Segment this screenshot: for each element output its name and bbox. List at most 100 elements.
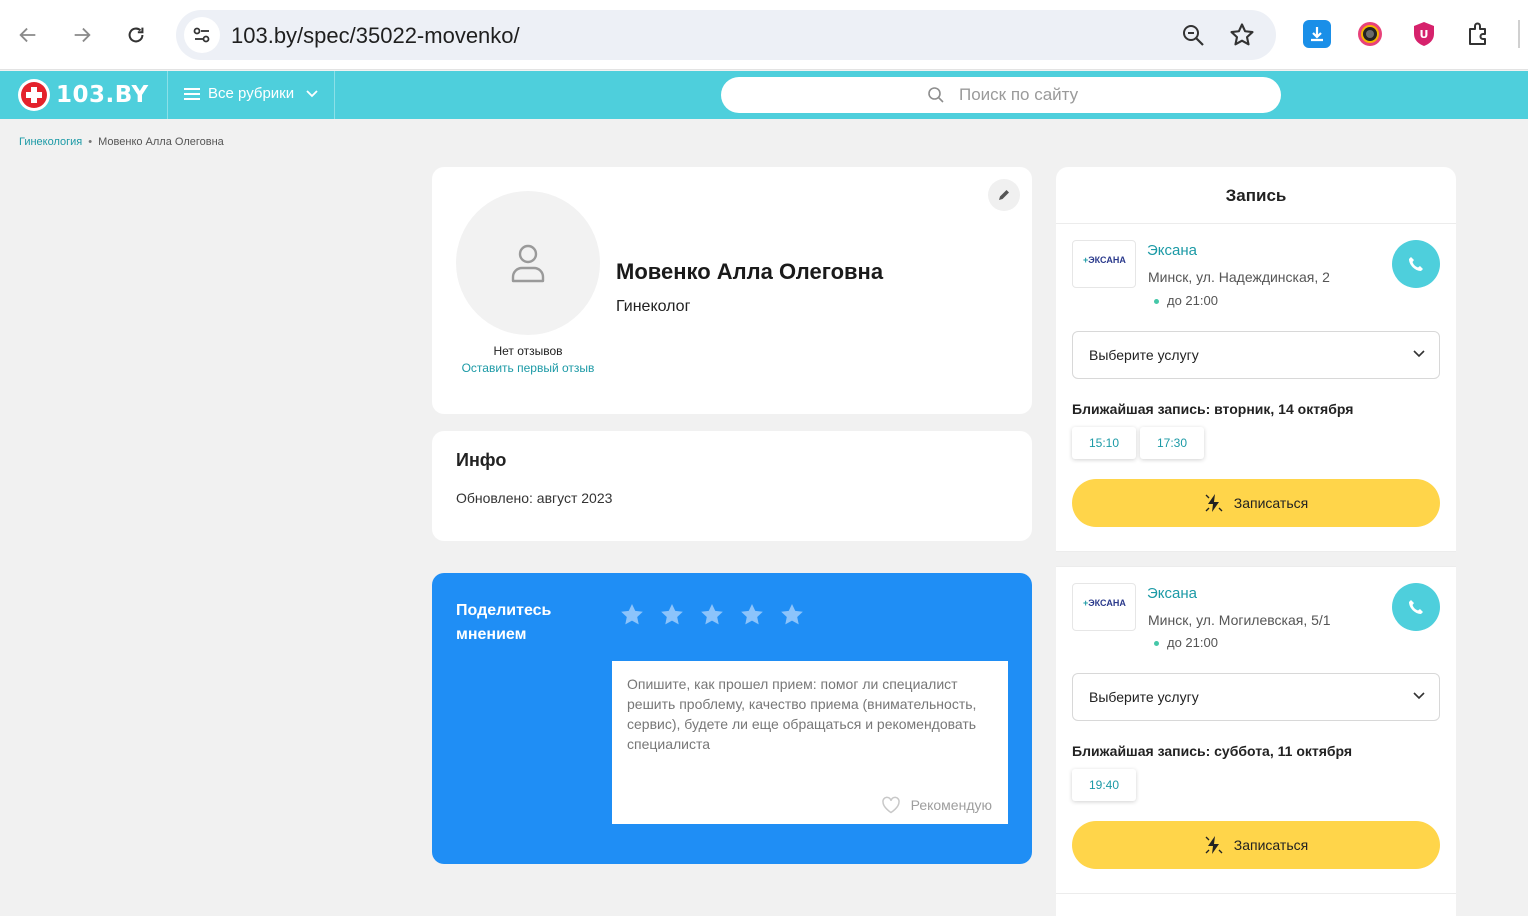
address-bar[interactable]: 103.by/spec/35022-movenko/: [176, 10, 1276, 60]
chevron-down-icon: [306, 89, 318, 97]
header-divider: [167, 71, 168, 119]
lightning-icon: [1205, 494, 1223, 512]
book-button-label: Записаться: [1233, 495, 1309, 511]
forward-button[interactable]: [64, 17, 100, 53]
breadcrumb: Гинекология • Мовенко Алла Олеговна: [19, 136, 224, 148]
edit-button[interactable]: [988, 179, 1020, 211]
download-extension-icon[interactable]: [1303, 20, 1331, 48]
time-slot[interactable]: 17:30: [1140, 427, 1204, 459]
shield-extension-icon[interactable]: U: [1410, 20, 1438, 48]
site-settings-icon[interactable]: [184, 17, 220, 53]
clinic-logo: +ЭКСАНА: [1072, 240, 1136, 288]
color-extension-icon[interactable]: [1356, 20, 1384, 48]
svg-text:U: U: [1420, 28, 1429, 41]
no-reviews-text: Нет отзывов: [493, 344, 563, 358]
info-title: Инфо: [456, 450, 507, 470]
rating-stars: [619, 602, 819, 628]
extensions-puzzle-icon[interactable]: [1465, 20, 1493, 48]
star-icon[interactable]: [619, 602, 645, 628]
star-icon[interactable]: [699, 602, 725, 628]
section-gap: [1056, 552, 1456, 566]
phone-icon: [1409, 600, 1423, 614]
chevron-down-icon: [1413, 692, 1425, 700]
book-button[interactable]: Записаться: [1072, 821, 1440, 869]
nearest-appointment: Ближайшая запись: суббота, 11 октября: [1072, 743, 1353, 759]
search-input[interactable]: [959, 84, 1259, 106]
clinic-address: Минск, ул. Могилевская, 5/1: [1148, 612, 1331, 628]
star-icon[interactable]: [659, 602, 685, 628]
doctor-specialty: Гинеколог: [616, 298, 691, 315]
site-logo[interactable]: 103.BY: [18, 79, 149, 111]
updated-date: Обновлено: август 2023: [456, 490, 613, 506]
back-arrow-icon: [19, 27, 36, 43]
toolbar-divider: [1518, 20, 1520, 48]
clinic-logo: +ЭКСАНА: [1072, 583, 1136, 631]
leave-first-review-link[interactable]: Оставить первый отзыв: [456, 360, 600, 376]
bookmark-star-icon[interactable]: [1228, 21, 1256, 49]
phone-icon: [1409, 257, 1423, 271]
zoom-icon[interactable]: [1180, 22, 1206, 48]
book-button[interactable]: Записаться: [1072, 479, 1440, 527]
header-divider: [334, 71, 335, 119]
nearest-appointment: Ближайшая запись: вторник, 14 октября: [1072, 401, 1354, 417]
recommend-toggle[interactable]: Рекомендую: [881, 796, 992, 814]
site-header: 103.BY Все рубрики: [0, 71, 1528, 119]
review-form-title: Поделитесь мнением: [456, 602, 552, 643]
reload-icon: [128, 27, 144, 43]
call-button[interactable]: [1392, 240, 1440, 288]
service-select-value: Выберите услугу: [1089, 347, 1199, 363]
url-text[interactable]: 103.by/spec/35022-movenko/: [231, 23, 520, 49]
review-form-card: Поделитесь мнением Рекомендую: [432, 573, 1032, 864]
pencil-icon: [999, 190, 1009, 200]
clinic-hours: до 21:00: [1154, 293, 1218, 308]
back-button[interactable]: [10, 17, 46, 53]
time-slot[interactable]: 19:40: [1072, 769, 1136, 801]
service-select[interactable]: Выберите услугу: [1072, 673, 1440, 721]
chevron-down-icon: [1413, 350, 1425, 358]
lightning-icon: [1205, 836, 1223, 854]
time-slots: 15:10 17:30: [1072, 427, 1208, 459]
divider: [1056, 893, 1456, 894]
call-button[interactable]: [1392, 583, 1440, 631]
info-card: Инфо Обновлено: август 2023: [432, 431, 1032, 541]
booking-panel: Запись +ЭКСАНА Эксана Минск, ул. Надежди…: [1056, 167, 1456, 916]
search-icon: [928, 87, 944, 103]
browser-toolbar: 103.by/spec/35022-movenko/ U: [0, 0, 1528, 70]
clinic-hours: до 21:00: [1154, 635, 1218, 650]
avatar: [456, 191, 600, 335]
clinic-block: +ЭКСАНА Эксана Минск, ул. Надеждинская, …: [1056, 224, 1456, 551]
clinic-logo-text: ЭКСАНА: [1088, 598, 1126, 608]
service-select-value: Выберите услугу: [1089, 689, 1199, 705]
time-slot[interactable]: 15:10: [1072, 427, 1136, 459]
breadcrumb-current: Мовенко Алла Олеговна: [98, 136, 224, 148]
clinic-block: +ЭКСАНА Эксана Минск, ул. Могилевская, 5…: [1056, 567, 1456, 894]
breadcrumb-separator: •: [88, 136, 93, 148]
open-status-dot: [1154, 641, 1159, 647]
review-input-box: Рекомендую: [612, 661, 1008, 824]
heart-icon: [881, 796, 900, 814]
clinic-hours-text: до 21:00: [1167, 635, 1218, 650]
clinic-address: Минск, ул. Надеждинская, 2: [1148, 269, 1330, 285]
hamburger-icon: [184, 87, 200, 100]
star-icon[interactable]: [739, 602, 765, 628]
site-search[interactable]: [721, 77, 1281, 113]
recommend-label: Рекомендую: [910, 797, 992, 813]
service-select[interactable]: Выберите услугу: [1072, 331, 1440, 379]
review-textarea[interactable]: [612, 661, 1008, 781]
forward-arrow-icon: [74, 27, 91, 43]
doctor-profile-card: Нет отзывов Оставить первый отзыв Мовенк…: [432, 167, 1032, 414]
clinic-name-link[interactable]: Эксана: [1147, 585, 1197, 602]
star-icon[interactable]: [779, 602, 805, 628]
clinic-logo-text: ЭКСАНА: [1088, 255, 1126, 265]
booking-title: Запись: [1225, 186, 1287, 205]
book-button-label: Записаться: [1233, 837, 1309, 853]
clinic-hours-text: до 21:00: [1167, 293, 1218, 308]
logo-text: 103.BY: [56, 82, 149, 108]
clinic-name-link[interactable]: Эксана: [1147, 242, 1197, 259]
time-slots: 19:40: [1072, 769, 1140, 801]
breadcrumb-category-link[interactable]: Гинекология: [19, 136, 82, 148]
user-placeholder-icon: [511, 244, 545, 283]
reload-button[interactable]: [118, 17, 154, 53]
cross-logo-icon: [18, 79, 50, 111]
all-rubrics-menu[interactable]: Все рубрики: [184, 85, 318, 102]
